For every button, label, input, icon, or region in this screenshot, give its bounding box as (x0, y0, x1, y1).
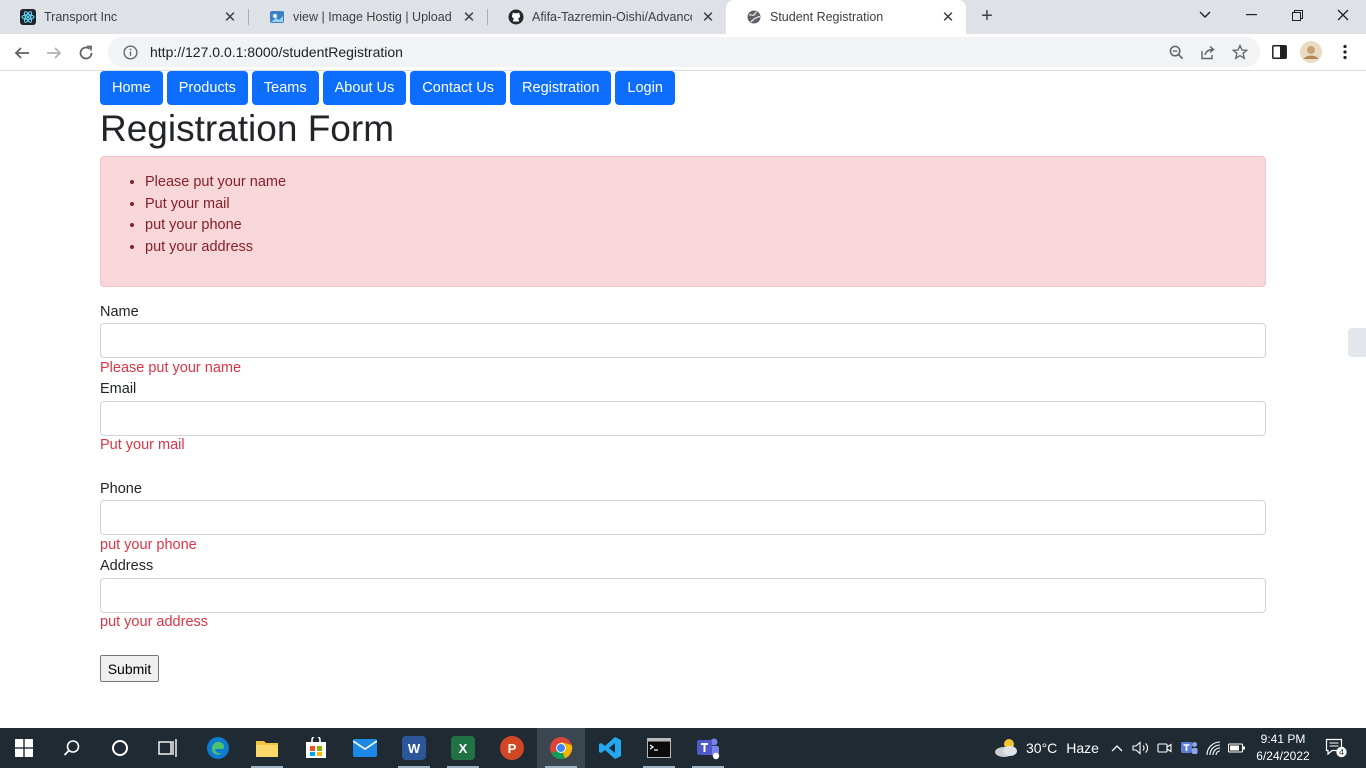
cortana-icon[interactable] (96, 728, 144, 768)
image-host-icon (269, 9, 285, 25)
nav-home[interactable]: Home (100, 71, 163, 105)
nav-login[interactable]: Login (615, 71, 675, 105)
close-tab-icon[interactable]: ✕ (940, 9, 956, 26)
windows-taskbar: W X P 30°C Haze 9:41 PM 6/24/2022 4 (0, 728, 1366, 768)
edge-icon[interactable] (194, 728, 242, 768)
new-tab-button[interactable]: + (976, 5, 998, 27)
excel-icon[interactable]: X (439, 728, 487, 768)
meet-now-icon[interactable] (1156, 728, 1174, 768)
tab-image-hosting[interactable]: view | Image Hostig | Upload Ima ✕ (249, 0, 487, 34)
zoom-icon[interactable] (1165, 41, 1187, 63)
reload-icon[interactable] (72, 39, 100, 67)
url-text: http://127.0.0.1:8000/studentRegistratio… (150, 44, 403, 60)
nav-registration[interactable]: Registration (510, 71, 612, 105)
tab-student-registration[interactable]: Student Registration ✕ (726, 0, 966, 34)
battery-icon[interactable] (1227, 728, 1247, 768)
phone-input[interactable] (100, 500, 1266, 535)
mail-icon[interactable] (341, 728, 389, 768)
profile-avatar[interactable] (1300, 41, 1322, 63)
tab-search-icon[interactable] (1182, 0, 1228, 30)
clock-date: 6/24/2022 (1256, 749, 1310, 763)
forward-arrow-icon[interactable] (40, 39, 68, 67)
name-error: Please put your name (100, 360, 242, 376)
submit-button[interactable]: Submit (100, 655, 159, 682)
network-icon[interactable] (1204, 728, 1224, 768)
alert-error-item: put your phone (145, 215, 1265, 237)
globe-icon (746, 9, 762, 25)
search-icon[interactable] (48, 728, 96, 768)
restore-button[interactable] (1274, 0, 1320, 30)
react-icon (20, 9, 36, 25)
teams-icon[interactable] (684, 728, 732, 768)
word-icon[interactable]: W (390, 728, 438, 768)
tab-title: view | Image Hostig | Upload Ima (293, 10, 453, 24)
teams-tray-icon[interactable] (1179, 728, 1199, 768)
notification-center-icon[interactable]: 4 (1322, 728, 1350, 768)
error-alert: Please put your name Put your mail put y… (100, 156, 1266, 287)
name-input[interactable] (100, 323, 1266, 358)
close-tab-icon[interactable]: ✕ (461, 9, 477, 26)
phone-label: Phone (100, 481, 142, 497)
weather-description: Haze (1066, 740, 1099, 756)
tab-title: Student Registration (770, 10, 884, 24)
vscode-icon[interactable] (586, 728, 634, 768)
bookmark-star-icon[interactable] (1229, 41, 1251, 63)
terminal-icon[interactable] (635, 728, 683, 768)
address-error: put your address (100, 614, 209, 630)
tab-strip: Transport Inc ✕ view | Image Hostig | Up… (0, 0, 1366, 34)
tab-title: Transport Inc (44, 10, 118, 24)
page-content: Home Products Teams About Us Contact Us … (0, 71, 1366, 728)
show-hidden-icons-chevron-icon[interactable] (1108, 728, 1126, 768)
volume-icon[interactable] (1131, 728, 1151, 768)
nav-teams[interactable]: Teams (251, 71, 319, 105)
system-clock[interactable]: 9:41 PM 6/24/2022 (1250, 731, 1316, 765)
side-widget-handle[interactable] (1348, 328, 1366, 357)
close-tab-icon[interactable]: ✕ (700, 9, 716, 26)
task-view-icon[interactable] (144, 728, 192, 768)
alert-error-item: Put your mail (145, 194, 1265, 216)
address-label: Address (100, 558, 154, 574)
alert-error-item: put your address (145, 237, 1265, 259)
chrome-icon[interactable] (537, 728, 585, 768)
main-navigation: Home Products Teams About Us Contact Us … (100, 71, 675, 105)
tab-github[interactable]: Afifa-Tazremin-Oishi/Advance-W ✕ (488, 0, 726, 34)
notification-count: 4 (1339, 747, 1344, 757)
github-icon (508, 9, 524, 25)
email-input[interactable] (100, 401, 1266, 436)
close-tab-icon[interactable]: ✕ (222, 9, 238, 26)
browser-toolbar: http://127.0.0.1:8000/studentRegistratio… (0, 34, 1366, 71)
tab-title: Afifa-Tazremin-Oishi/Advance-W (532, 10, 692, 24)
phone-error: put your phone (100, 537, 197, 553)
weather-temperature: 30°C (1026, 740, 1058, 756)
address-input[interactable] (100, 578, 1266, 613)
alert-error-item: Please put your name (145, 172, 1265, 194)
minimize-button[interactable] (1228, 0, 1274, 30)
windows-start-icon[interactable] (0, 728, 48, 768)
site-info-icon[interactable] (120, 44, 140, 60)
store-icon[interactable] (292, 728, 340, 768)
weather-haze-icon (995, 739, 1017, 757)
powerpoint-icon[interactable]: P (488, 728, 536, 768)
name-label: Name (100, 304, 139, 320)
side-panel-icon[interactable] (1268, 41, 1290, 63)
nav-products[interactable]: Products (166, 71, 248, 105)
weather-widget[interactable]: 30°C Haze (994, 728, 1099, 768)
email-label: Email (100, 381, 137, 397)
share-icon[interactable] (1197, 41, 1219, 63)
address-bar[interactable]: http://127.0.0.1:8000/studentRegistratio… (108, 37, 1260, 67)
back-arrow-icon[interactable] (8, 39, 36, 67)
nav-about-us[interactable]: About Us (322, 71, 407, 105)
close-window-button[interactable] (1320, 0, 1366, 30)
file-explorer-icon[interactable] (243, 728, 291, 768)
menu-kebab-icon[interactable] (1334, 41, 1356, 63)
nav-contact-us[interactable]: Contact Us (410, 71, 507, 105)
email-error: Put your mail (100, 437, 185, 453)
tab-transport-inc[interactable]: Transport Inc ✕ (0, 0, 248, 34)
clock-time: 9:41 PM (1260, 732, 1306, 746)
page-title: Registration Form (100, 108, 395, 149)
